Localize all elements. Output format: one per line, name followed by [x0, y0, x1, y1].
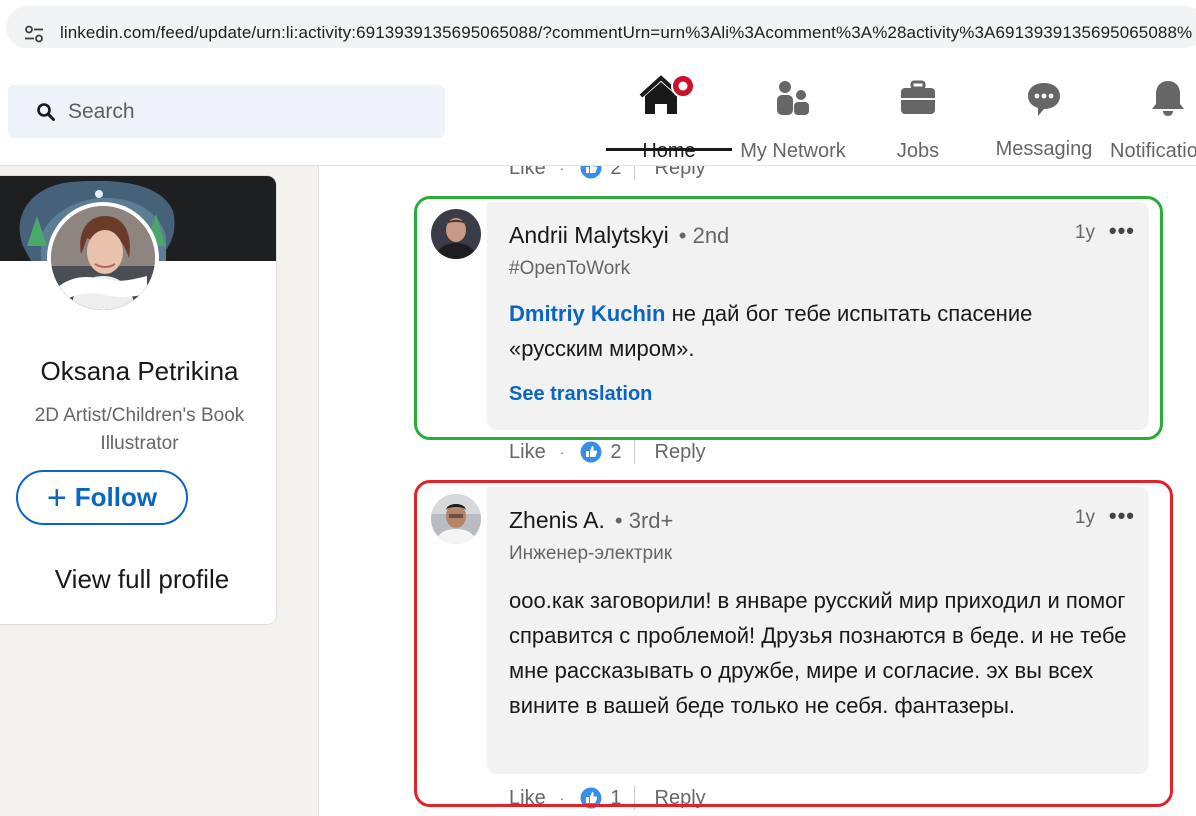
nav-messaging[interactable]: Messaging	[990, 72, 1098, 160]
nav-home-label: Home	[642, 140, 696, 162]
profile-headline-line2: Illustrator	[100, 433, 179, 454]
reply-button[interactable]: Reply	[655, 787, 706, 810]
reply-button[interactable]: Reply	[655, 166, 706, 180]
like-count[interactable]: 1	[610, 787, 621, 810]
messaging-icon	[1028, 83, 1060, 116]
profile-headline: 2D Artist/Children's Book Illustrator	[1, 402, 276, 458]
profile-avatar[interactable]	[47, 202, 159, 314]
nav-messaging-label: Messaging	[995, 138, 1093, 160]
comment-time: 1y	[1074, 507, 1095, 528]
search-box[interactable]	[8, 85, 445, 138]
plus-icon: +	[46, 478, 67, 517]
commenter-name-text[interactable]: Zhenis A.	[509, 507, 605, 533]
reply-button[interactable]: Reply	[655, 441, 706, 464]
like-button[interactable]: Like	[509, 166, 546, 180]
profile-name[interactable]: Oksana Petrikina	[0, 356, 276, 387]
comment-text: Dmitriy Kuchin не дай бог тебе испытать …	[509, 296, 1129, 366]
like-reaction-icon[interactable]	[580, 166, 602, 179]
search-input[interactable]	[68, 85, 428, 138]
commenter-name[interactable]: Zhenis A. • 3rd+	[509, 507, 673, 534]
more-options-icon[interactable]: •••	[1109, 218, 1135, 244]
bell-icon	[1152, 81, 1184, 116]
commenter-avatar[interactable]	[431, 494, 481, 544]
comment-actions: Like · 2 Reply	[509, 166, 706, 180]
see-translation-link[interactable]: See translation	[509, 383, 652, 406]
commenter-name-text[interactable]: Andrii Malytskyi	[509, 222, 669, 248]
comment-time: 1y	[1074, 222, 1095, 243]
linkedin-header: Home My Network Jobs Messaging	[0, 56, 1196, 166]
url-text[interactable]: linkedin.com/feed/update/urn:li:activity…	[60, 23, 1192, 43]
comment-actions: Like · 2 Reply	[509, 440, 706, 464]
comments-feed: Like · 2 Reply Andrii Malytskyi • 2nd #Op…	[318, 166, 1196, 816]
comment-bubble: Andrii Malytskyi • 2nd #OpenToWork 1y •••…	[487, 202, 1149, 430]
site-settings-icon[interactable]	[24, 25, 44, 43]
nav-notifications[interactable]: Notifications	[1110, 72, 1196, 162]
action-divider	[633, 166, 635, 180]
people-icon	[777, 81, 809, 115]
separator-dot: ·	[559, 790, 565, 806]
connection-degree: • 3rd+	[614, 508, 674, 533]
separator-dot: ·	[559, 444, 565, 460]
view-full-profile-link[interactable]: View full profile	[1, 564, 276, 595]
nav-home[interactable]: Home	[606, 72, 732, 162]
nav-my-network[interactable]: My Network	[732, 72, 854, 162]
browser-address-bar: linkedin.com/feed/update/urn:li:activity…	[0, 0, 1196, 56]
like-reaction-icon[interactable]	[580, 787, 602, 809]
like-button[interactable]: Like	[509, 441, 546, 464]
like-count[interactable]: 2	[610, 441, 621, 464]
like-count[interactable]: 2	[610, 166, 621, 180]
like-button[interactable]: Like	[509, 787, 546, 810]
comment-body: ооо.как заговорили! в январе русский мир…	[509, 588, 1127, 718]
nav-jobs-label: Jobs	[896, 140, 940, 162]
separator-dot: ·	[559, 166, 565, 176]
commenter-name[interactable]: Andrii Malytskyi • 2nd	[509, 222, 729, 249]
home-active-indicator	[606, 148, 732, 151]
home-icon	[639, 74, 695, 114]
url-field[interactable]: linkedin.com/feed/update/urn:li:activity…	[6, 6, 1196, 48]
mention-link[interactable]: Dmitriy Kuchin	[509, 301, 665, 326]
comment-bubble: Zhenis A. • 3rd+ Инженер-электрик 1y ••• …	[487, 487, 1149, 774]
commenter-headline: #OpenToWork	[509, 258, 631, 279]
nav-my-network-label: My Network	[740, 140, 846, 162]
profile-card: Oksana Petrikina 2D Artist/Children's Bo…	[0, 175, 277, 625]
nav-jobs[interactable]: Jobs	[876, 72, 960, 162]
connection-degree: • 2nd	[678, 223, 730, 248]
action-divider	[633, 440, 635, 464]
more-options-icon[interactable]: •••	[1109, 503, 1135, 529]
like-reaction-icon[interactable]	[580, 441, 602, 463]
follow-label: Follow	[74, 482, 158, 512]
search-icon	[37, 103, 55, 121]
profile-headline-line1: 2D Artist/Children's Book	[34, 405, 245, 426]
commenter-headline: Инженер-электрик	[509, 543, 673, 564]
nav-notifications-label: Notifications	[1110, 140, 1196, 162]
comment-actions: Like · 1 Reply	[509, 786, 706, 810]
commenter-avatar[interactable]	[431, 209, 481, 259]
briefcase-icon	[901, 80, 935, 114]
action-divider	[633, 786, 635, 810]
follow-button[interactable]: + Follow	[16, 470, 188, 525]
